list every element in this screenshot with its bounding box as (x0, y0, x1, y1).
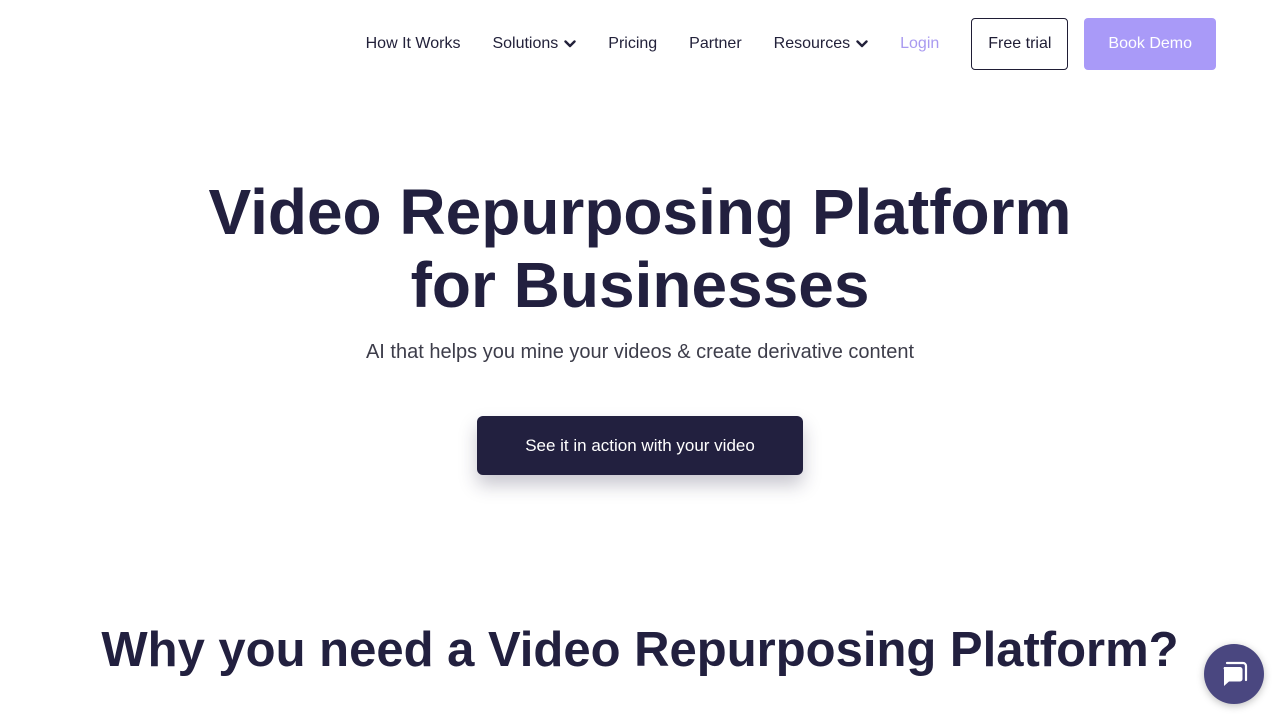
nav-how-it-works-label: How It Works (365, 35, 461, 52)
nav-solutions[interactable]: Solutions (492, 35, 576, 53)
book-demo-button[interactable]: Book Demo (1084, 18, 1216, 70)
hero-title-line2: for Businesses (410, 249, 870, 321)
hero-title-line1: Video Repurposing Platform (208, 176, 1072, 248)
login-label: Login (900, 35, 940, 52)
chevron-down-icon (564, 40, 576, 48)
chevron-down-icon (856, 40, 868, 48)
nav-resources-label: Resources (773, 35, 851, 52)
page: How It Works Solutions Pricing Partner R… (0, 0, 1280, 720)
see-it-in-action-button[interactable]: See it in action with your video (477, 416, 803, 475)
book-demo-label: Book Demo (1108, 35, 1192, 52)
nav-how-it-works[interactable]: How It Works (366, 35, 461, 53)
chat-icon (1223, 661, 1248, 686)
nav-pricing-label: Pricing (608, 35, 658, 52)
login-link[interactable]: Login (900, 35, 939, 53)
nav-partner-label: Partner (689, 35, 742, 52)
why-section-title: Why you need a Video Repurposing Platfor… (101, 623, 1179, 677)
cta-label: See it in action with your video (525, 435, 755, 455)
nav-resources[interactable]: Resources (774, 35, 868, 53)
nav-solutions-label: Solutions (492, 35, 559, 52)
hero-subtitle: AI that helps you mine your videos & cre… (365, 341, 915, 363)
free-trial-label: Free trial (988, 35, 1052, 52)
free-trial-button[interactable]: Free trial (971, 18, 1069, 70)
chat-widget-button[interactable] (1204, 644, 1264, 704)
top-nav: How It Works Solutions Pricing Partner R… (366, 17, 1216, 71)
hero-title: Video Repurposing Platform for Businesse… (0, 176, 1280, 322)
nav-pricing[interactable]: Pricing (608, 35, 657, 53)
nav-partner[interactable]: Partner (689, 35, 741, 53)
